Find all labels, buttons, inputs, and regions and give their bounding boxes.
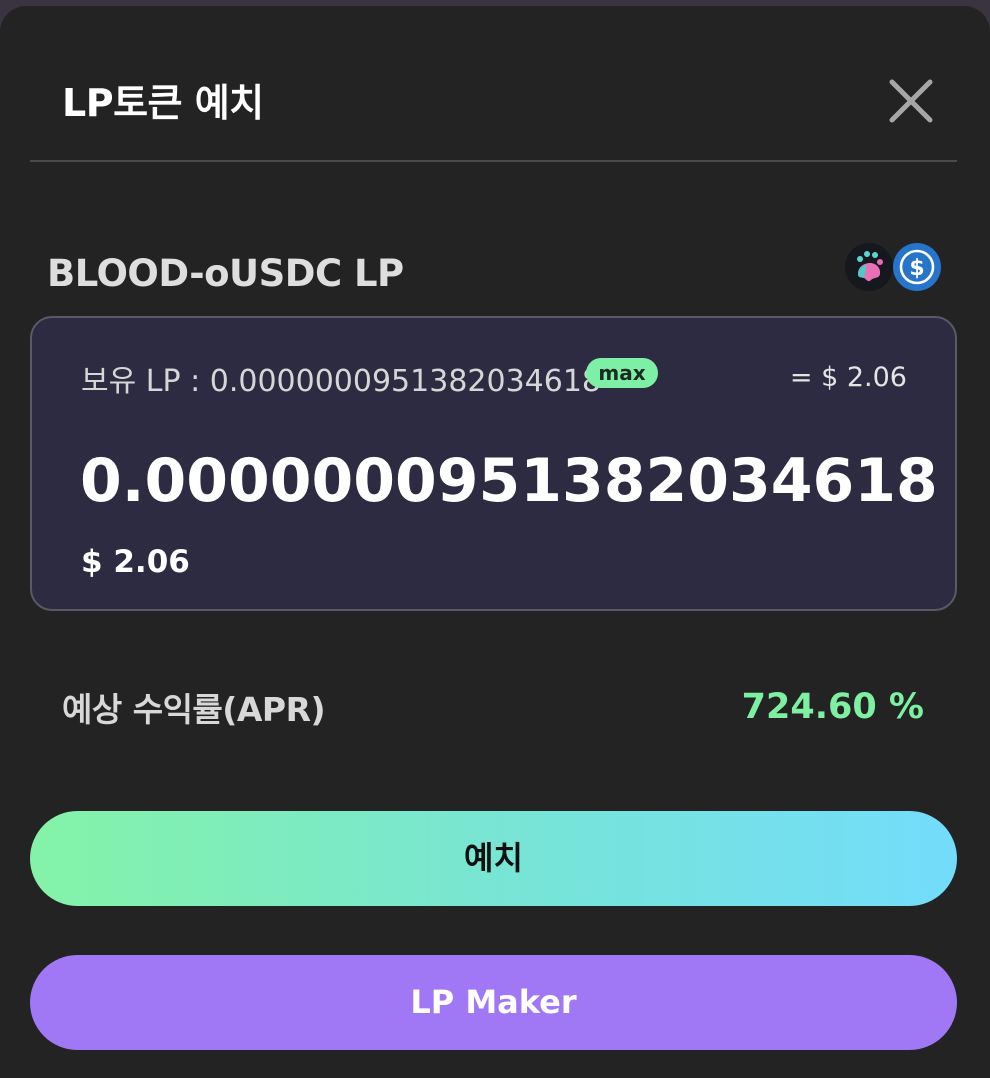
balance-usd-value: = $ 2.06	[789, 362, 907, 393]
modal-header: LP토큰 예치	[30, 6, 957, 162]
blood-token-icon	[845, 243, 893, 291]
lp-amount-panel: 보유 LP : 0.0000000951382034618 max = $ 2.…	[30, 316, 957, 611]
usdc-token-icon: $	[893, 243, 941, 291]
deposit-amount-input[interactable]: 0.0000000951382034618	[80, 446, 938, 516]
deposit-button[interactable]: 예치	[30, 811, 957, 906]
close-icon	[889, 79, 933, 123]
lp-balance-value: 0.0000000951382034618	[209, 364, 602, 399]
deposit-amount-usd: $ 2.06	[81, 544, 190, 580]
apr-label: 예상 수익률(APR)	[62, 690, 326, 729]
svg-text:$: $	[909, 256, 924, 281]
lp-balance: 보유 LP : 0.0000000951382034618	[81, 356, 601, 400]
lp-maker-button[interactable]: LP Maker	[30, 955, 957, 1050]
token-icons: $	[845, 243, 945, 293]
apr-value: 724.60 %	[741, 687, 924, 727]
modal-title: LP토큰 예치	[62, 81, 264, 125]
pair-name: BLOOD-oUSDC LP	[47, 252, 404, 295]
deposit-modal: LP토큰 예치 BLOOD-oUSDC LP $ 보유 LP: 0.00000…	[0, 6, 990, 1078]
max-button[interactable]: max	[586, 358, 658, 388]
lp-balance-label: 보유 LP :	[81, 364, 210, 399]
close-button[interactable]	[888, 78, 934, 124]
